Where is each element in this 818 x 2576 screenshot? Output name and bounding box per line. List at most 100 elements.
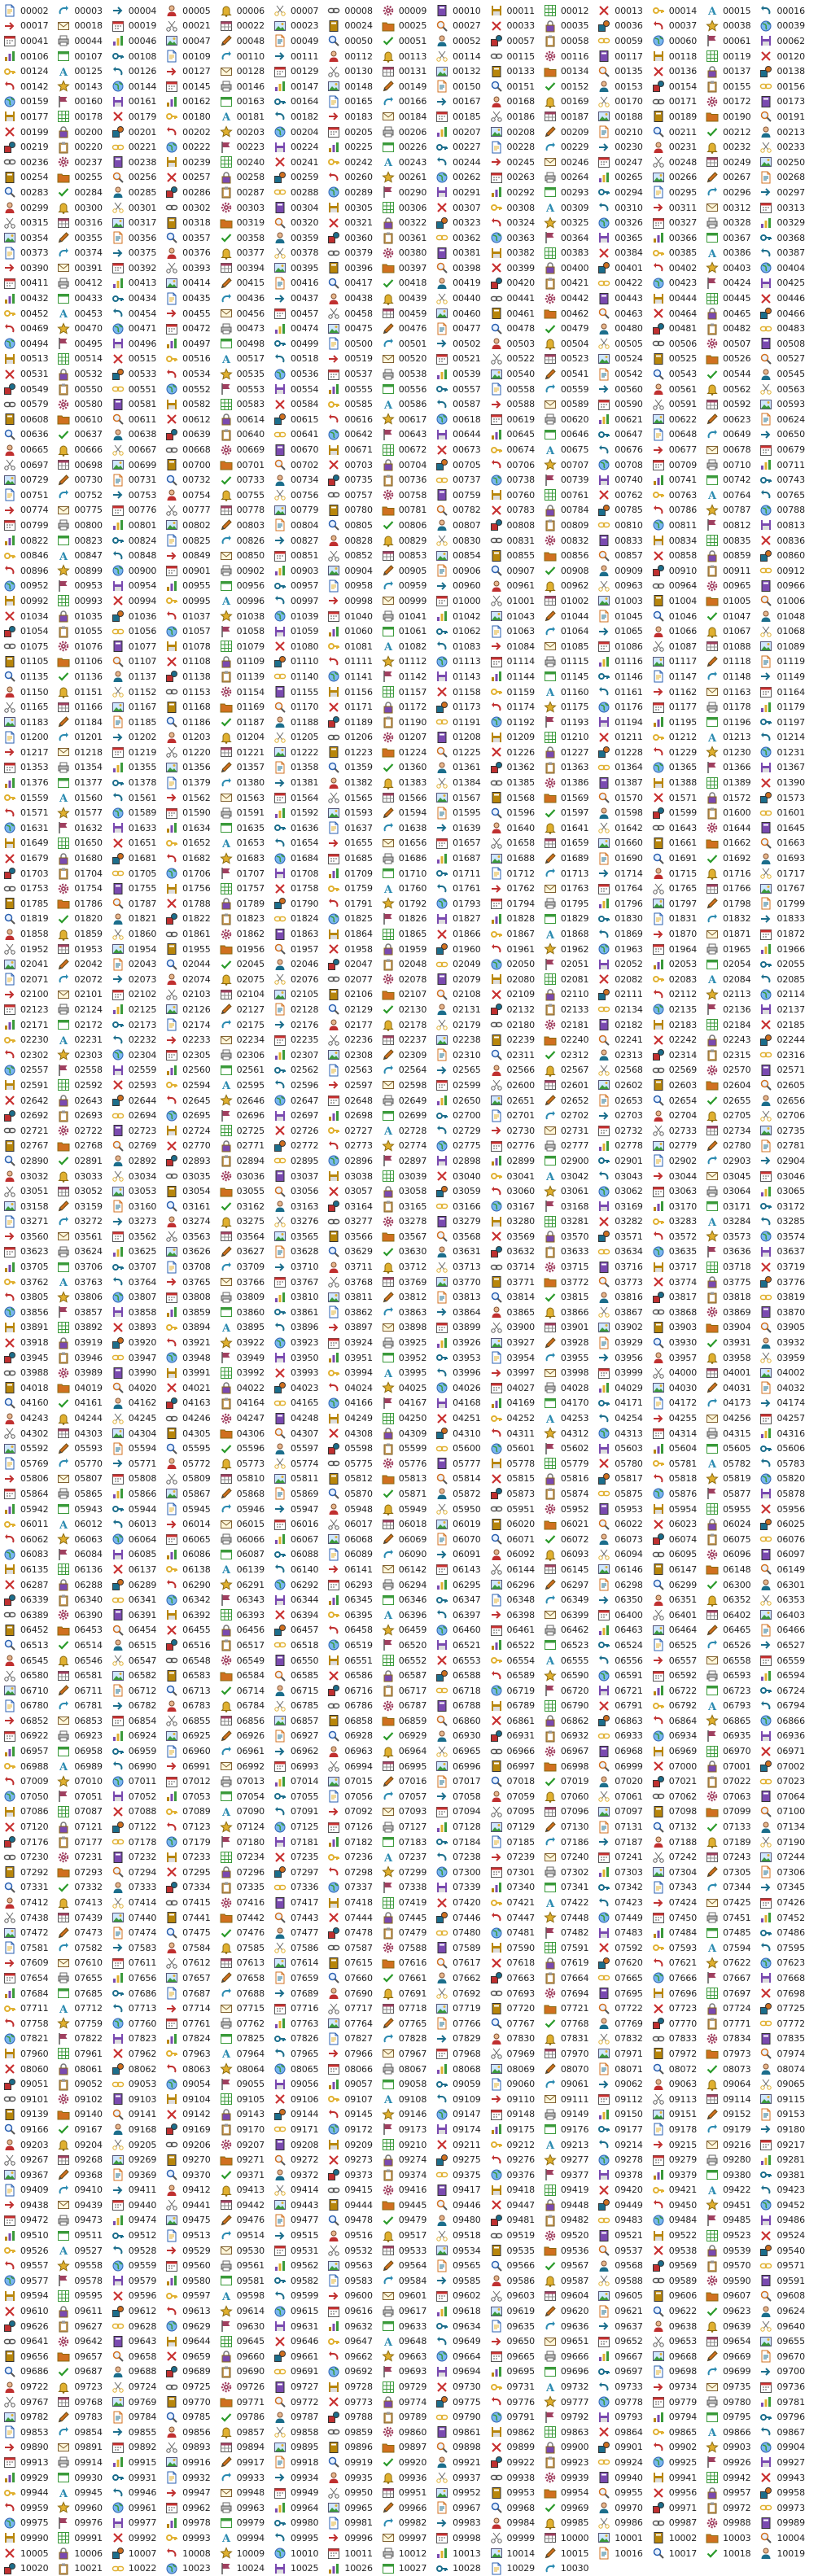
icon-cell-00261[interactable]: 00261 xyxy=(382,170,435,186)
icon-cell-01824[interactable]: 01824 xyxy=(273,912,327,927)
icon-cell-03805[interactable]: 03805 xyxy=(3,1289,57,1305)
icon-cell-02304[interactable]: 02304 xyxy=(112,1047,165,1063)
icon-cell-06016[interactable]: 06016 xyxy=(273,1516,327,1532)
icon-cell-02232[interactable]: 02232 xyxy=(112,1032,165,1047)
icon-cell-01819[interactable]: 01819 xyxy=(3,912,57,927)
icon-cell-02045[interactable]: 02045 xyxy=(220,956,273,972)
icon-cell-00435[interactable]: 00435 xyxy=(165,291,219,306)
icon-cell-03997[interactable]: 03997 xyxy=(490,1365,544,1380)
icon-cell-03860[interactable]: 03860 xyxy=(220,1305,273,1320)
icon-cell-03869[interactable]: 03869 xyxy=(706,1305,759,1320)
icon-cell-01799[interactable]: 01799 xyxy=(759,896,813,912)
icon-cell-00169[interactable]: 00169 xyxy=(544,94,597,110)
icon-cell-02597[interactable]: 02597 xyxy=(327,1078,381,1093)
icon-cell-01064[interactable]: 01064 xyxy=(544,623,597,639)
icon-cell-00755[interactable]: 00755 xyxy=(220,488,273,503)
icon-cell-06025[interactable]: 06025 xyxy=(759,1516,813,1532)
icon-cell-00545[interactable]: 00545 xyxy=(759,366,813,382)
icon-cell-01564[interactable]: 01564 xyxy=(273,790,327,806)
icon-cell-02721[interactable]: 02721 xyxy=(3,1123,57,1139)
icon-cell-02315[interactable]: 02315 xyxy=(706,1047,759,1063)
icon-cell-00259[interactable]: 00259 xyxy=(273,170,327,186)
icon-cell-00230[interactable]: 00230 xyxy=(597,139,651,155)
icon-cell-00480[interactable]: 00480 xyxy=(597,321,651,336)
icon-cell-00199[interactable]: 00199 xyxy=(3,125,57,140)
icon-cell-01117[interactable]: 01117 xyxy=(652,654,706,670)
icon-cell-00753[interactable]: 00753 xyxy=(112,488,165,503)
icon-cell-02775[interactable]: 02775 xyxy=(435,1139,489,1154)
icon-cell-01822[interactable]: 01822 xyxy=(165,912,219,927)
icon-cell-00417[interactable]: 00417 xyxy=(327,276,381,291)
icon-cell-00534[interactable]: 00534 xyxy=(165,366,219,382)
icon-cell-01110[interactable]: 01110 xyxy=(273,654,327,670)
icon-cell-05770[interactable]: 05770 xyxy=(57,1456,111,1472)
icon-cell-00117[interactable]: 00117 xyxy=(597,49,651,64)
icon-cell-02723[interactable]: 02723 xyxy=(112,1123,165,1139)
icon-cell-02565[interactable]: 02565 xyxy=(435,1063,489,1078)
icon-cell-03705[interactable]: 03705 xyxy=(3,1259,57,1275)
icon-cell-02051[interactable]: 02051 xyxy=(544,956,597,972)
icon-cell-00616[interactable]: 00616 xyxy=(327,412,381,427)
icon-cell-00285[interactable]: 00285 xyxy=(112,185,165,200)
icon-cell-01861[interactable]: 01861 xyxy=(165,926,219,942)
icon-cell-02110[interactable]: 02110 xyxy=(544,987,597,1003)
icon-cell-00107[interactable]: 00107 xyxy=(57,49,111,64)
icon-cell-03719[interactable]: 03719 xyxy=(759,1259,813,1275)
icon-cell-00742[interactable]: 00742 xyxy=(706,472,759,488)
icon-cell-00373[interactable]: 00373 xyxy=(3,246,57,261)
icon-cell-06400[interactable]: 06400 xyxy=(597,1607,651,1623)
icon-cell-03766[interactable]: 03766 xyxy=(220,1275,273,1290)
icon-cell-06548[interactable]: 06548 xyxy=(165,1653,219,1668)
icon-cell-03893[interactable]: 03893 xyxy=(112,1320,165,1336)
icon-cell-00027[interactable]: 00027 xyxy=(435,19,489,34)
icon-cell-00561[interactable]: 00561 xyxy=(652,382,706,397)
icon-cell-00621[interactable]: 00621 xyxy=(597,412,651,427)
icon-cell-01208[interactable]: 01208 xyxy=(435,730,489,746)
icon-cell-00057[interactable]: 00057 xyxy=(490,33,544,49)
icon-cell-01866[interactable]: 01866 xyxy=(435,926,489,942)
icon-cell-00539[interactable]: 00539 xyxy=(435,366,489,382)
icon-cell-06343[interactable]: 06343 xyxy=(220,1592,273,1607)
icon-cell-06011[interactable]: 06011 xyxy=(3,1516,57,1532)
icon-cell-00177[interactable]: 00177 xyxy=(3,109,57,125)
icon-cell-01832[interactable]: 01832 xyxy=(706,912,759,927)
icon-cell-06590[interactable]: 06590 xyxy=(544,1668,597,1683)
icon-cell-03901[interactable]: 03901 xyxy=(544,1320,597,1336)
icon-cell-02772[interactable]: 02772 xyxy=(273,1139,327,1154)
icon-cell-06012[interactable]: A 06012 xyxy=(57,1516,111,1532)
icon-cell-00776[interactable]: 00776 xyxy=(112,503,165,518)
icon-cell-00500[interactable]: 00500 xyxy=(327,336,381,352)
icon-cell-00442[interactable]: 00442 xyxy=(544,291,597,306)
icon-cell-02730[interactable]: 02730 xyxy=(490,1123,544,1139)
icon-cell-00411[interactable]: 00411 xyxy=(3,276,57,291)
icon-cell-03958[interactable]: 03958 xyxy=(706,1350,759,1366)
icon-cell-05871[interactable]: 05871 xyxy=(382,1486,435,1502)
icon-cell-00617[interactable]: 00617 xyxy=(382,412,435,427)
icon-cell-01080[interactable]: 01080 xyxy=(273,639,327,654)
icon-cell-01189[interactable]: 01189 xyxy=(327,715,381,730)
icon-cell-02111[interactable]: 02111 xyxy=(597,987,651,1003)
icon-cell-00109[interactable]: 00109 xyxy=(165,49,219,64)
icon-cell-00618[interactable]: 00618 xyxy=(435,412,489,427)
icon-cell-01149[interactable]: 01149 xyxy=(759,669,813,684)
icon-cell-00498[interactable]: 00498 xyxy=(220,336,273,352)
icon-cell-00112[interactable]: 00112 xyxy=(327,49,381,64)
icon-cell-06084[interactable]: 06084 xyxy=(57,1547,111,1563)
icon-cell-06024[interactable]: 06024 xyxy=(706,1516,759,1532)
icon-cell-02566[interactable]: 02566 xyxy=(490,1063,544,1078)
icon-cell-04174[interactable]: 04174 xyxy=(759,1396,813,1411)
icon-cell-01831[interactable]: 01831 xyxy=(652,912,706,927)
icon-cell-06138[interactable]: 06138 xyxy=(165,1562,219,1577)
icon-cell-00150[interactable]: 00150 xyxy=(435,79,489,94)
icon-cell-03035[interactable]: 03035 xyxy=(165,1169,219,1184)
icon-cell-02692[interactable]: 02692 xyxy=(3,1108,57,1123)
icon-cell-01138[interactable]: 01138 xyxy=(165,669,219,684)
icon-cell-00965[interactable]: 00965 xyxy=(706,579,759,594)
icon-cell-04316[interactable]: 04316 xyxy=(759,1426,813,1441)
icon-cell-00220[interactable]: 00220 xyxy=(57,139,111,155)
icon-cell-01163[interactable]: 01163 xyxy=(706,684,759,700)
icon-cell-00779[interactable]: 00779 xyxy=(273,503,327,518)
icon-cell-01207[interactable]: 01207 xyxy=(382,730,435,746)
icon-cell-01716[interactable]: 01716 xyxy=(706,866,759,881)
icon-cell-00478[interactable]: 00478 xyxy=(490,321,544,336)
